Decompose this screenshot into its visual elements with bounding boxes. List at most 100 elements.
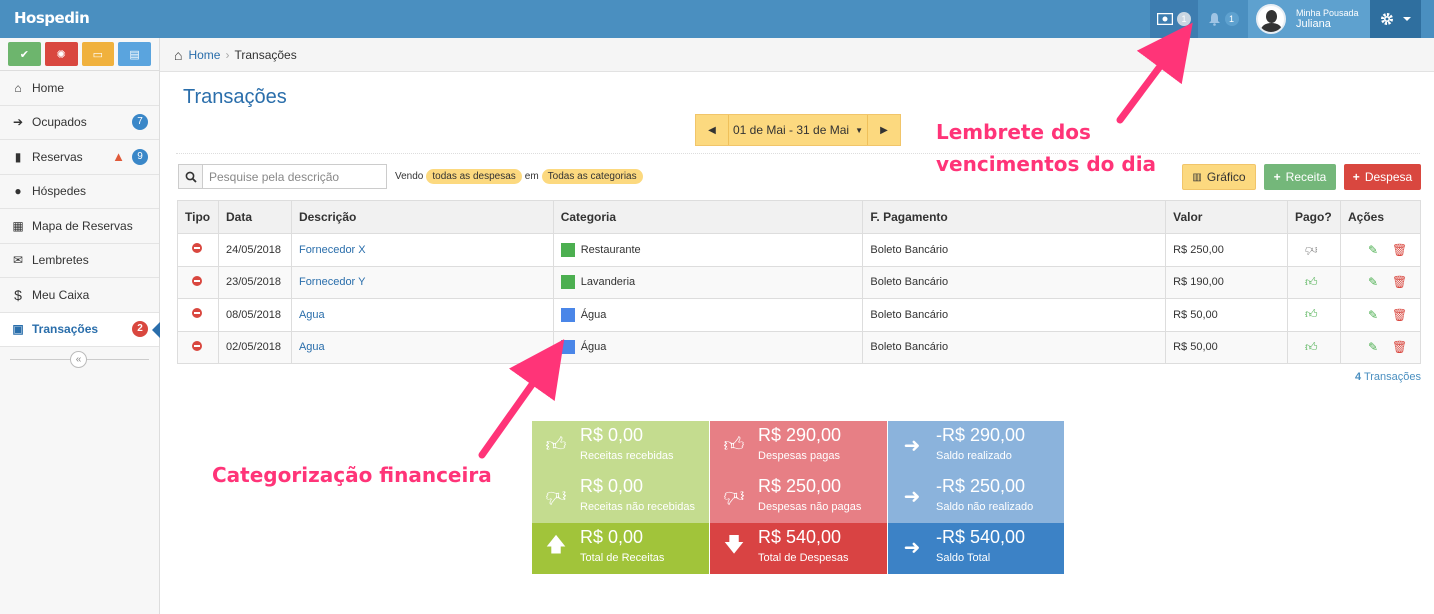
transactions-count[interactable]: 4 Transações (1355, 371, 1421, 383)
sidebar-item-label: Reservas (32, 149, 83, 164)
column-header[interactable]: Categoria (552, 200, 864, 234)
thumbs-up-icon[interactable]: 👍︎ (1305, 275, 1318, 289)
thumbs-up-icon: 👍︎ (545, 434, 567, 456)
sidebar-item-home[interactable]: ⌂ Home (0, 71, 159, 106)
sidebar-item-label: Meu Caixa (32, 287, 90, 302)
user-menu[interactable]: Minha Pousada Juliana (1248, 0, 1370, 38)
summary-label: Total de Receitas (580, 552, 665, 564)
thumbs-down-icon: 👍︎ (545, 485, 567, 507)
sign-in-icon: ➔ (12, 115, 24, 130)
caret-down-icon (1402, 17, 1411, 21)
column-header[interactable]: F. Pagamento (862, 200, 1167, 234)
column-header[interactable]: Tipo (177, 200, 219, 234)
notifications-button[interactable]: 1 (1198, 0, 1248, 38)
ocupados-badge: 7 (132, 114, 148, 131)
edit-icon[interactable]: ✎ (1368, 340, 1378, 354)
plus-icon: + (1273, 170, 1281, 184)
sidebar-item-caixa[interactable]: $ Meu Caixa (0, 278, 159, 313)
description-link[interactable]: Fornecedor X (299, 244, 366, 256)
count-number: 4 (1354, 371, 1362, 383)
edit-icon[interactable]: ✎ (1368, 275, 1378, 289)
arrow-down-icon: 🡇 (723, 534, 745, 556)
column-header[interactable]: Pago? (1287, 200, 1341, 234)
summary-despesas-pagas: 👍︎ R$ 290,00 Despesas pagas (710, 421, 887, 472)
checkout-shortcut[interactable]: ✺ (44, 42, 78, 66)
value-cell: R$ 50,00 (1165, 330, 1288, 364)
sidebar-item-mapa[interactable]: ▦ Mapa de Reservas (0, 209, 159, 244)
despesa-label: Despesa (1364, 170, 1413, 184)
column-header[interactable]: Valor (1165, 200, 1288, 234)
next-period-button[interactable]: ▶ (868, 115, 900, 145)
category-label: Água (580, 341, 607, 354)
summary-label: Receitas recebidas (580, 450, 674, 462)
summary-saldo-total: ➜ -R$ 540,00 Saldo Total (888, 523, 1064, 574)
reservas-badge: 9 (132, 148, 148, 165)
date-cell: 08/05/2018 (217, 298, 292, 332)
sidebar-item-label: Transações (32, 322, 99, 337)
summary-despesas-nao-pagas: 👍︎ R$ 250,00 Despesas não pagas (710, 472, 887, 523)
summary-value: R$ 0,00 (580, 476, 644, 496)
description-link[interactable]: Fornecedor Y (299, 276, 365, 288)
edit-icon[interactable]: ✎ (1368, 308, 1378, 322)
trash-icon[interactable]: 🗑︎ (1392, 275, 1407, 289)
column-header[interactable]: Descrição (290, 200, 554, 234)
annotation-line: vencimentos do dia (936, 152, 1157, 176)
grafico-button[interactable]: ▥ Gráfico (1182, 164, 1256, 190)
thumbs-down-icon[interactable]: 👍︎ (1305, 242, 1318, 257)
table-row: 08/05/2018 Agua Água Boleto Bancário R$ … (177, 298, 1422, 332)
money-reminders-button[interactable]: 1 (1150, 0, 1198, 38)
description-link[interactable]: Agua (299, 309, 325, 321)
inbox-shortcut[interactable]: ▭ (81, 42, 115, 66)
column-header[interactable]: Data (217, 200, 292, 234)
book-shortcut[interactable]: ▤ (118, 42, 151, 66)
category-color-swatch (560, 307, 575, 322)
checkin-shortcut[interactable]: ✔ (8, 42, 41, 66)
settings-menu-button[interactable] (1370, 0, 1421, 38)
sidebar: ✔ ✺ ▭ ▤ ⌂ Home ➔ Ocupados 7 ▮ Reservas ▲… (0, 38, 160, 614)
expense-type-icon (192, 243, 202, 254)
sidebar-item-ocupados[interactable]: ➔ Ocupados 7 (0, 105, 159, 140)
app-logo[interactable]: Hospedin (14, 9, 90, 27)
date-range-nav: ◀ 01 de Mai - 31 de Mai ▼ ▶ (695, 114, 901, 146)
value-cell: R$ 50,00 (1165, 298, 1288, 332)
home-icon: ⌂ (174, 46, 183, 63)
value-cell: R$ 190,00 (1165, 265, 1288, 299)
summary-total-despesas: 🡇 R$ 540,00 Total de Despesas (710, 523, 887, 574)
summary-label: Saldo realizado (936, 450, 1012, 462)
value-cell: R$ 250,00 (1165, 233, 1288, 267)
trash-icon[interactable]: 🗑︎ (1392, 243, 1407, 257)
summary-total-receitas: 🡅 R$ 0,00 Total de Receitas (532, 523, 709, 574)
thumbs-up-icon[interactable]: 👍︎ (1305, 340, 1318, 354)
category-color-swatch (560, 275, 575, 290)
summary-receitas-recebidas: 👍︎ R$ 0,00 Receitas recebidas (532, 421, 709, 472)
summary-saldo-realizado: ➜ -R$ 290,00 Saldo realizado (888, 421, 1064, 472)
sidebar-collapse: « (0, 347, 159, 371)
sidebar-item-lembretes[interactable]: ✉ Lembretes (0, 243, 159, 278)
thumbs-up-icon[interactable]: 👍︎ (1305, 307, 1318, 321)
date-range-label: 01 de Mai - 31 de Mai (733, 123, 850, 137)
collapse-sidebar-button[interactable]: « (70, 351, 87, 368)
gear-icon (1380, 13, 1393, 25)
edit-icon[interactable]: ✎ (1368, 243, 1378, 257)
sidebar-item-label: Mapa de Reservas (32, 218, 133, 233)
add-receita-button[interactable]: + Receita (1264, 164, 1336, 190)
trash-icon[interactable]: 🗑︎ (1392, 308, 1407, 322)
description-link[interactable]: Agua (299, 341, 325, 353)
sidebar-item-transacoes[interactable]: ▣ Transações 2 (0, 312, 160, 347)
previous-period-button[interactable]: ◀ (696, 115, 728, 145)
book-icon: ▮ (14, 149, 22, 164)
annotation-reminders: Lembrete dos vencimentos do dia (936, 116, 1156, 180)
expense-type-icon (192, 275, 202, 286)
expense-type-icon (192, 308, 202, 319)
category-label: Restaurante (580, 243, 641, 256)
expense-type-icon (192, 340, 202, 351)
transacoes-badge: 2 (132, 321, 148, 338)
trash-icon[interactable]: 🗑︎ (1392, 340, 1407, 354)
add-despesa-button[interactable]: + Despesa (1344, 164, 1421, 190)
thumbs-down-icon: 👍︎ (723, 485, 745, 507)
money-icon: ▣ (12, 322, 24, 337)
payment-method-cell: Boleto Bancário (862, 265, 1167, 299)
breadcrumb-home-link[interactable]: Home (188, 48, 220, 62)
date-range-dropdown[interactable]: 01 de Mai - 31 de Mai ▼ (728, 115, 868, 145)
caret-down-icon: ▼ (855, 125, 863, 135)
